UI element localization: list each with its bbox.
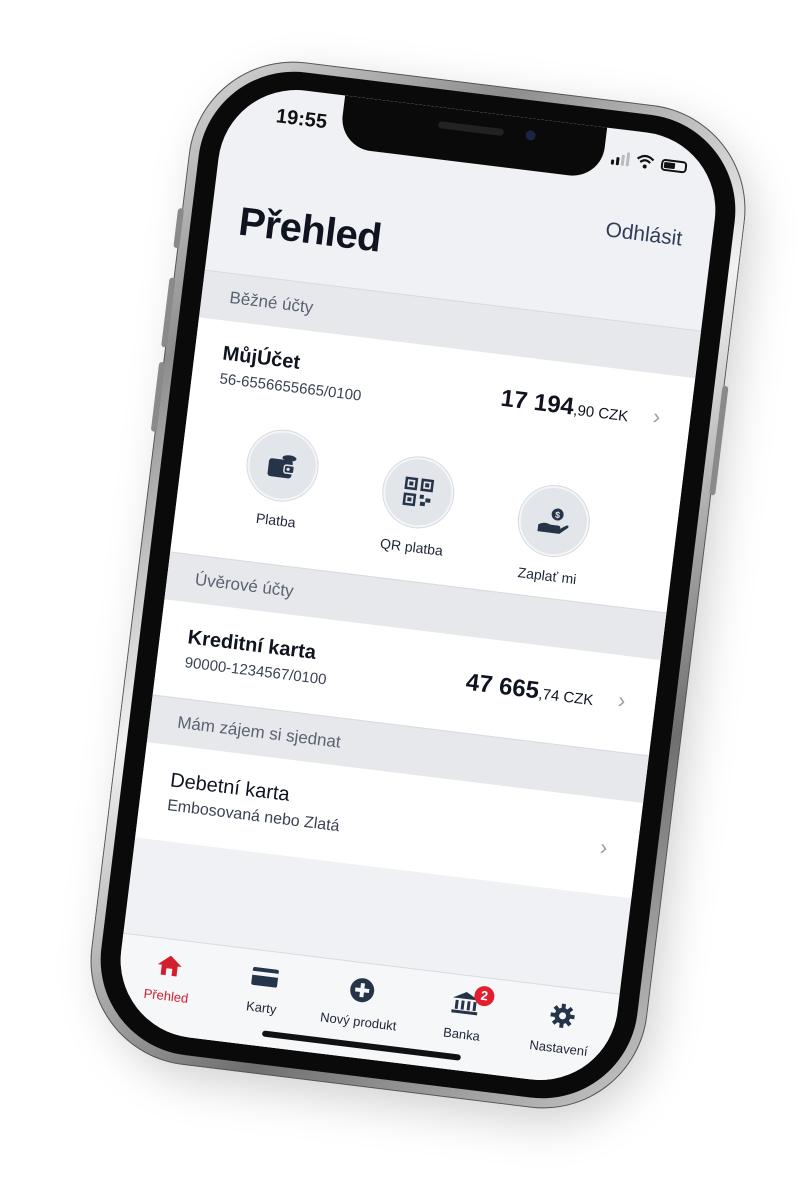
speaker-grille [437, 121, 505, 137]
logout-button[interactable]: Odhlásit [604, 218, 683, 251]
tab-new-product[interactable]: Nový produkt [310, 971, 412, 1034]
gear-icon [550, 1003, 575, 1028]
qr-code-icon [379, 453, 458, 532]
chevron-right-icon: › [651, 403, 662, 430]
section-title: Úvěrové účty [193, 569, 295, 601]
offer-subtitle: Embosovaná nebo Zlatá [166, 797, 341, 836]
front-camera [525, 129, 537, 141]
battery-icon [660, 158, 688, 174]
balance-decimal: ,74 CZK [537, 685, 595, 710]
status-time: 19:55 [274, 105, 329, 134]
wallet-icon [243, 426, 322, 505]
tab-settings[interactable]: Nastavení [510, 996, 612, 1061]
tab-label: Nastavení [528, 1037, 589, 1060]
account-number: 56-6556655665/0100 [218, 370, 363, 405]
tab-cards[interactable]: Karty [213, 960, 314, 1021]
signal-icon [610, 150, 631, 167]
account-balance: 47 665,74 CZK [464, 669, 595, 712]
qr-payment-action[interactable]: QR platba [356, 451, 477, 562]
action-label: Platba [255, 509, 297, 531]
action-label: Zaplať mi [516, 564, 578, 588]
balance-main: 47 665 [464, 668, 541, 705]
plus-circle-icon [350, 978, 375, 1003]
tab-label: Karty [245, 998, 278, 1017]
card-icon [251, 966, 279, 988]
chevron-right-icon: › [616, 687, 627, 714]
account-balance: 17 194,90 CZK [499, 385, 630, 428]
photo-stage: 19:55 Odhlásit Přehled Běžné účty MůjÚče… [0, 0, 805, 1182]
chevron-right-icon: › [598, 834, 609, 860]
action-label: QR platba [379, 535, 444, 559]
tab-label: Nový produkt [319, 1009, 398, 1034]
home-icon [157, 955, 182, 977]
payment-action[interactable]: Platba [220, 424, 341, 535]
wifi-icon [636, 154, 655, 169]
request-payment-action[interactable]: $ Zaplať mi [492, 480, 613, 591]
tab-label: Banka [442, 1024, 481, 1044]
tab-bank[interactable]: 2 Banka [413, 984, 515, 1047]
account-name: MůjÚčet [221, 342, 302, 374]
tab-overview[interactable]: Přehled [117, 948, 218, 1009]
hand-coin-icon: $ [514, 482, 593, 561]
balance-decimal: ,90 CZK [572, 401, 630, 426]
status-icons [610, 150, 688, 174]
balance-main: 17 194 [499, 384, 576, 421]
section-title: Mám zájem si sjednat [176, 712, 342, 752]
tab-label: Přehled [142, 985, 190, 1007]
page-title: Přehled [236, 199, 384, 261]
section-title: Běžné účty [228, 287, 315, 318]
